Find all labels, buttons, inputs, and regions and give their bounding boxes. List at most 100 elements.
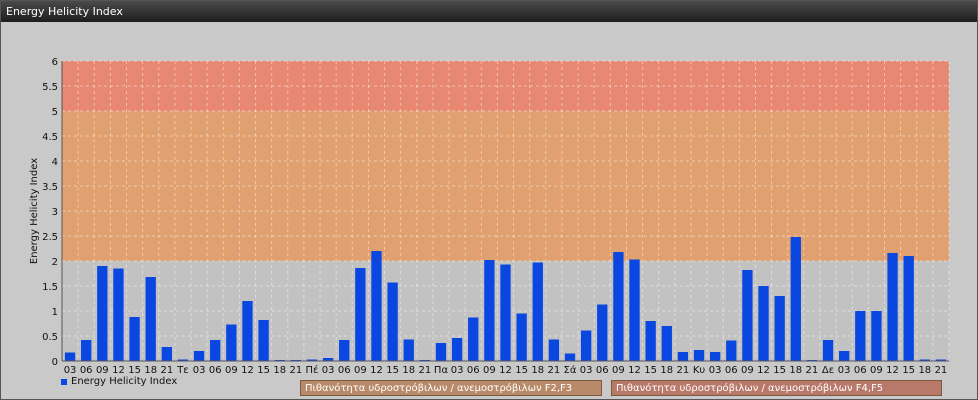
bar-17 [339,340,350,361]
x-tick-label: 09 [354,365,367,376]
bar-34 [613,252,624,361]
x-tick-label: 09 [612,365,625,376]
legend-zone-high: Πιθανότητα υδροστρόβιλων / ανεμοστρόβιλω… [611,380,942,396]
x-tick-label: 18 [531,365,544,376]
x-tick-label: 21 [806,365,819,376]
bar-26 [484,260,495,361]
x-tick-label: 21 [160,365,173,376]
bar-41 [726,340,737,361]
legend-zone-mid: Πιθανότητα υδροστρόβιλων / ανεμοστρόβιλω… [300,380,602,396]
window-title: Energy Helicity Index [1,1,977,22]
x-tick-label: 18 [402,365,415,376]
x-tick-label: 03 [580,365,593,376]
x-tick-label: 18 [660,365,673,376]
x-tick-label: 21 [935,365,948,376]
x-tick-label: 12 [628,365,641,376]
bar-10 [226,324,237,361]
bar-49 [855,311,866,361]
x-tick-label: Δε [822,365,834,376]
y-tick-label: 2.5 [42,232,58,243]
bar-40 [709,352,721,361]
y-tick-label: 4 [52,157,58,168]
bar-5 [145,277,156,361]
x-tick-label: 18 [918,365,931,376]
bar-21 [403,339,414,361]
bar-45 [790,237,801,361]
bar-19 [371,251,382,361]
x-tick-label: 03 [709,365,722,376]
x-tick-label: 03 [322,365,335,376]
bar-9 [210,340,221,361]
bar-18 [355,268,366,361]
bar-6 [161,347,172,361]
bar-20 [387,282,398,361]
bar-23 [435,343,447,361]
x-tick-label: Πα [434,365,449,376]
legend-series: Energy Helicity Index [61,376,177,387]
bar-36 [645,321,656,361]
bar-11 [242,301,253,361]
x-tick-label: 06 [80,365,93,376]
x-tick-label: 09 [225,365,238,376]
x-tick-label: 06 [209,365,222,376]
x-tick-label: 18 [789,365,802,376]
x-tick-label: Σά [564,364,577,376]
y-axis-label: Energy Helicity Index [29,158,40,264]
x-tick-label: 18 [144,365,157,376]
x-tick-label: 06 [596,365,609,376]
bar-12 [258,320,269,361]
y-tick-label: 1 [52,307,58,318]
y-tick-label: 4.5 [42,132,58,143]
x-tick-label: 15 [773,365,786,376]
x-tick-label: 15 [386,365,399,376]
x-tick-label: 12 [757,365,770,376]
bar-27 [500,264,511,361]
x-tick-label: 06 [467,365,480,376]
bar-0 [64,352,76,361]
x-tick-label: 06 [338,365,351,376]
bar-42 [742,270,753,361]
x-tick-label: Τε [176,365,189,376]
bar-38 [677,352,689,361]
bar-37 [661,326,672,361]
y-tick-label: 5 [52,107,58,118]
x-tick-label: 09 [870,365,883,376]
y-tick-label: 3.5 [42,182,58,193]
ehi-bar-chart: 0 0.5 1 1.5 2 2.5 3 3.5 4 4.5 5 5.5 6 Energy Helicity… [29,57,950,376]
bar-44 [774,296,785,361]
y-tick-label: 5.5 [42,82,58,93]
bar-29 [532,262,543,361]
bar-1 [81,340,92,361]
x-tick-label: 21 [418,365,431,376]
bar-2 [97,266,108,361]
x-tick-label: 21 [548,365,561,376]
bar-30 [548,339,560,361]
x-tick-label: Πέ [306,364,319,376]
x-tick-label: 09 [483,365,496,376]
bar-52 [903,256,914,361]
x-tick-label: 06 [854,365,867,376]
x-tick-label: 21 [289,365,302,376]
x-tick-label: 09 [741,365,754,376]
x-tick-label: 12 [112,365,125,376]
x-tick-label: 06 [725,365,738,376]
bar-3 [113,268,124,361]
x-tick-label: 03 [193,365,206,376]
bar-32 [580,330,592,361]
bar-28 [516,313,527,361]
bar-51 [887,253,898,361]
bar-43 [758,286,769,361]
chart-window: Energy Helicity Index 0 0.5 1 1.5 2 2.5 3 3.5 4 4… [0,0,978,400]
x-tick-label: 15 [257,365,270,376]
x-tick-label: 03 [64,365,77,376]
bar-48 [839,351,850,361]
x-tick-label: 15 [644,365,657,376]
x-tick-label: 18 [273,365,286,376]
x-tick-label: 21 [677,365,690,376]
y-tick-label: 6 [52,57,58,68]
y-tick-label: 3 [52,207,58,218]
x-tick-label: 15 [515,365,528,376]
bar-24 [451,338,463,361]
bar-35 [629,259,640,361]
x-tick-label: Κυ [693,365,706,376]
